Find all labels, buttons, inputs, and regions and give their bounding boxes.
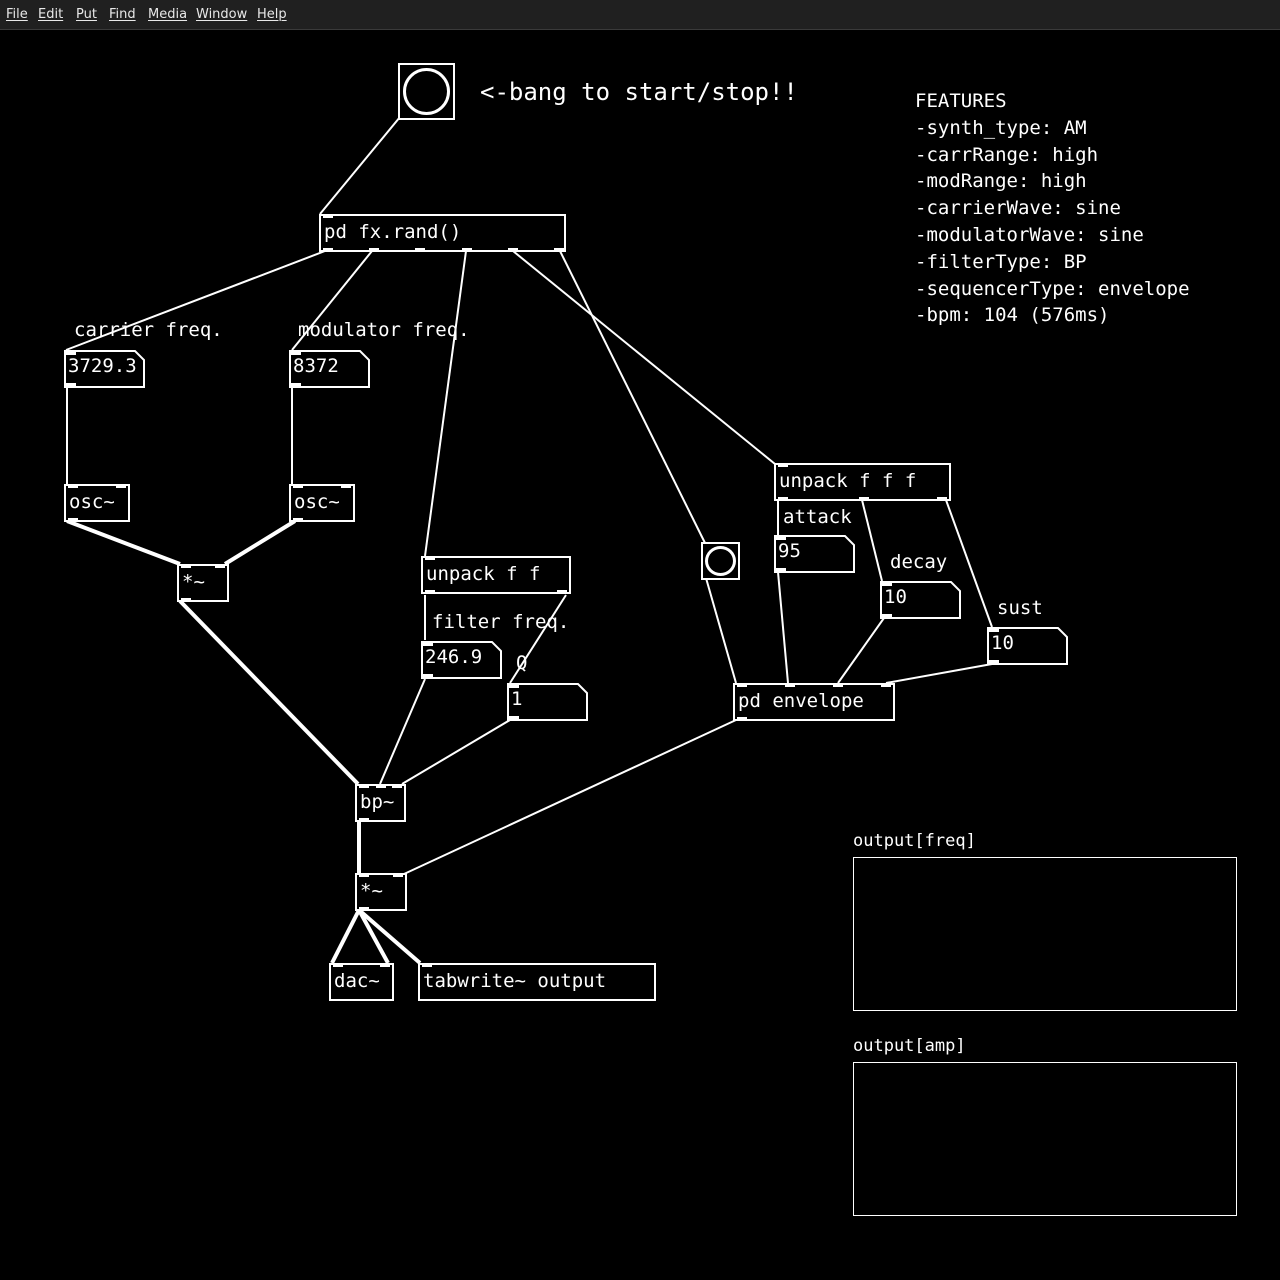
menu-find[interactable]: Find xyxy=(109,7,136,22)
cord-fx-to-bang2 xyxy=(559,250,706,544)
tabwrite-object[interactable]: tabwrite~ output xyxy=(418,963,656,1001)
menu-window[interactable]: Window xyxy=(196,7,247,22)
envelope-bang[interactable] xyxy=(701,542,740,580)
cord-mult-to-bp xyxy=(178,599,360,786)
decay-label: decay xyxy=(890,551,948,573)
features-line: -modulatorWave: sine xyxy=(915,223,1144,246)
cord-bang2-to-env xyxy=(705,577,737,684)
menu-put[interactable]: Put xyxy=(76,7,97,22)
array-amp-title: output[amp] xyxy=(853,1036,966,1056)
features-comment: FEATURES -synth_type: AM -carrRange: hig… xyxy=(915,88,1190,329)
dac-object[interactable]: dac~ xyxy=(329,963,394,1001)
cord-env-to-mult xyxy=(403,719,737,875)
features-line: -carrierWave: sine xyxy=(915,197,1121,220)
cord-bang-to-fxrand xyxy=(319,116,401,215)
features-line: -bpm: 104 (576ms) xyxy=(915,304,1110,327)
q-value: 1 xyxy=(511,688,523,710)
fx-rand-object[interactable]: pd fx.rand() xyxy=(319,214,566,252)
pd-envelope-object[interactable]: pd envelope xyxy=(733,683,895,721)
mult-env-object[interactable]: *~ xyxy=(355,873,407,911)
unpack-filter-object[interactable]: unpack f f xyxy=(421,556,571,594)
cord-mult-to-tabwrite xyxy=(357,908,422,965)
mult-env-label: *~ xyxy=(360,880,383,902)
bp-object[interactable]: bp~ xyxy=(355,784,406,822)
modulator-freq-number[interactable]: 8372 xyxy=(289,350,370,388)
attack-value: 95 xyxy=(778,540,801,562)
features-line: -synth_type: AM xyxy=(915,116,1087,139)
carrier-freq-label: carrier freq. xyxy=(74,319,223,341)
q-label: Q xyxy=(516,652,528,674)
fx-rand-label: pd fx.rand() xyxy=(324,221,462,243)
cord-q-to-bp xyxy=(401,719,511,785)
attack-number[interactable]: 95 xyxy=(774,535,855,573)
mult-am-object[interactable]: *~ xyxy=(177,564,229,602)
patch-canvas[interactable]: <-bang to start/stop!! pd fx.rand() carr… xyxy=(0,30,1280,1280)
unpack-env-label: unpack f f f xyxy=(779,470,917,492)
filter-freq-value: 246.9 xyxy=(425,646,483,668)
features-line: -carrRange: high xyxy=(915,143,1099,166)
osc-carrier-label: osc~ xyxy=(69,491,115,513)
bp-label: bp~ xyxy=(360,791,395,813)
cord-fx-to-unpack-filter xyxy=(424,250,467,557)
sust-number[interactable]: 10 xyxy=(987,627,1068,665)
pd-envelope-label: pd envelope xyxy=(738,690,864,712)
cord-filterfreq-to-bp xyxy=(379,678,426,785)
sust-value: 10 xyxy=(991,632,1014,654)
q-number[interactable]: 1 xyxy=(507,683,588,721)
cord-unpack-to-decay xyxy=(861,499,883,582)
array-amp-graph[interactable] xyxy=(853,1062,1237,1216)
start-bang[interactable] xyxy=(398,63,455,120)
osc-modulator-object[interactable]: osc~ xyxy=(289,484,355,522)
carrier-freq-number[interactable]: 3729.3 xyxy=(64,350,145,388)
menu-edit[interactable]: Edit xyxy=(38,7,63,22)
modulator-freq-label: modulator freq. xyxy=(298,319,470,341)
features-line: -sequencerType: envelope xyxy=(915,277,1190,300)
filter-freq-number[interactable]: 246.9 xyxy=(421,641,502,679)
unpack-env-object[interactable]: unpack f f f xyxy=(774,463,951,501)
start-comment: <-bang to start/stop!! xyxy=(480,78,798,106)
osc-modulator-label: osc~ xyxy=(294,491,340,513)
cord-mult-to-dac-right xyxy=(357,909,390,964)
features-line: FEATURES xyxy=(915,90,1007,112)
menu-help[interactable]: Help xyxy=(257,7,287,22)
mult-am-label: *~ xyxy=(182,571,205,593)
filter-freq-label: filter freq. xyxy=(432,611,570,633)
cord-osc-mod-to-mult xyxy=(223,519,297,566)
tabwrite-label: tabwrite~ output xyxy=(423,970,607,992)
attack-label: attack xyxy=(783,506,852,528)
carrier-freq-value: 3729.3 xyxy=(68,355,137,377)
sust-label: sust xyxy=(997,597,1043,619)
cord-attack-to-env xyxy=(777,571,789,684)
menu-media[interactable]: Media xyxy=(148,7,187,22)
cord-sust-to-env xyxy=(885,663,993,684)
menu-bar: File Edit Put Find Media Window Help xyxy=(0,0,1280,30)
cord-osc-carrier-to-mult xyxy=(66,519,181,566)
features-line: -modRange: high xyxy=(915,170,1087,193)
menu-file[interactable]: File xyxy=(6,7,28,22)
unpack-filter-label: unpack f f xyxy=(426,563,541,585)
cord-fx-to-unpack-env xyxy=(512,250,776,465)
array-freq-title: output[freq] xyxy=(853,831,976,851)
decay-value: 10 xyxy=(884,586,907,608)
decay-number[interactable]: 10 xyxy=(880,581,961,619)
array-freq-graph[interactable] xyxy=(853,857,1237,1011)
osc-carrier-object[interactable]: osc~ xyxy=(64,484,130,522)
cord-mult-to-dac-left xyxy=(330,909,361,964)
dac-label: dac~ xyxy=(334,970,380,992)
cord-decay-to-env xyxy=(837,617,885,684)
modulator-freq-value: 8372 xyxy=(293,355,339,377)
features-line: -filterType: BP xyxy=(915,250,1087,273)
